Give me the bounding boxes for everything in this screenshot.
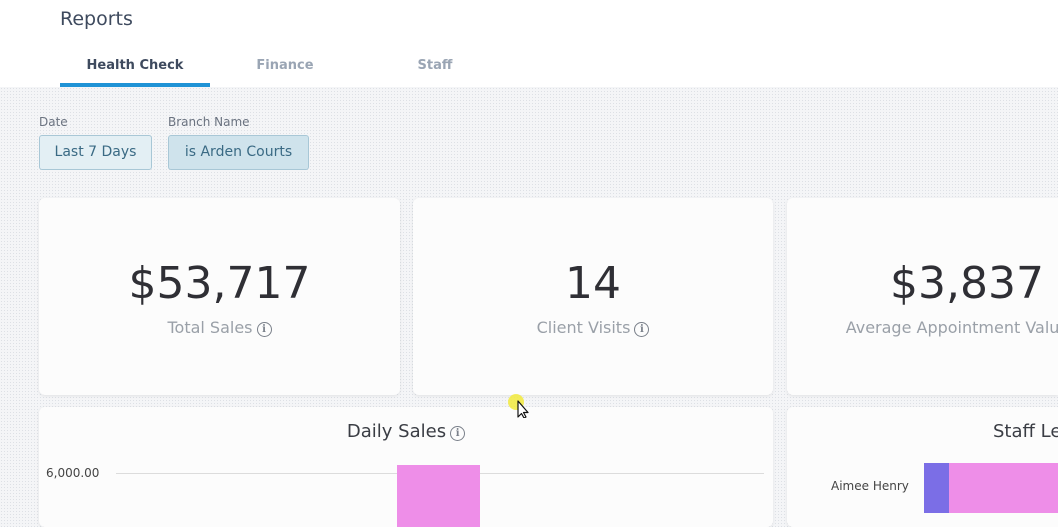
daily-sales-bar[interactable] — [397, 465, 480, 527]
page-title: Reports — [60, 8, 133, 30]
client-visits-card: 14 Client Visits i — [413, 198, 773, 395]
total-sales-card: $53,717 Total Sales i — [39, 198, 400, 395]
branch-filter-label: Branch Name — [168, 115, 250, 129]
staff-bar-segment[interactable] — [949, 463, 1058, 513]
total-sales-label: Total Sales — [167, 318, 253, 337]
staff-bar-segment[interactable] — [924, 463, 949, 513]
info-icon[interactable]: i — [256, 322, 272, 337]
client-visits-value: 14 — [565, 258, 621, 309]
staff-leaderboard-title: Staff Leaderboard — [993, 421, 1058, 442]
page-header: Reports Health Check Finance Staff — [0, 0, 1058, 87]
tab-staff-label: Staff — [417, 58, 453, 73]
date-filter-button[interactable]: Last 7 Days — [39, 135, 152, 170]
client-visits-label-row: Client Visits i — [413, 318, 773, 337]
average-appointment-value-label-row: Average Appointment Valuei — [787, 318, 1058, 337]
client-visits-label: Client Visits — [536, 318, 631, 337]
total-sales-label-row: Total Sales i — [39, 318, 400, 337]
total-sales-value: $53,717 — [128, 258, 311, 309]
date-filter-value: Last 7 Days — [54, 144, 137, 160]
daily-sales-title: Daily Sales — [346, 421, 447, 442]
mouse-cursor — [506, 392, 532, 419]
cursor-arrow-icon — [508, 394, 529, 419]
info-icon[interactable]: i — [450, 426, 466, 441]
branch-filter-button[interactable]: is Arden Courts — [168, 135, 309, 170]
average-appointment-value: $3,837 — [890, 258, 1044, 309]
average-appointment-value-label: Average Appointment Value — [845, 318, 1058, 337]
tab-health-check[interactable]: Health Check — [60, 58, 210, 87]
staff-row-label: Aimee Henry — [831, 479, 909, 493]
date-filter-label: Date — [39, 115, 68, 129]
average-appointment-value-card: $3,837 Average Appointment Valuei — [787, 198, 1058, 395]
tab-finance[interactable]: Finance — [210, 58, 360, 87]
daily-sales-title-row: Daily Sales i — [39, 421, 773, 442]
tab-finance-label: Finance — [256, 58, 314, 73]
daily-sales-card: Daily Sales i 6,000.00 — [39, 407, 773, 527]
y-axis-tick-label: 6,000.00 — [46, 466, 100, 480]
tab-health-check-label: Health Check — [86, 58, 184, 73]
branch-filter-value: is Arden Courts — [184, 144, 293, 160]
tab-staff[interactable]: Staff — [360, 58, 510, 87]
info-icon[interactable]: i — [634, 322, 650, 337]
staff-leaderboard-card: Staff Leaderboard Aimee Henry — [787, 407, 1058, 527]
